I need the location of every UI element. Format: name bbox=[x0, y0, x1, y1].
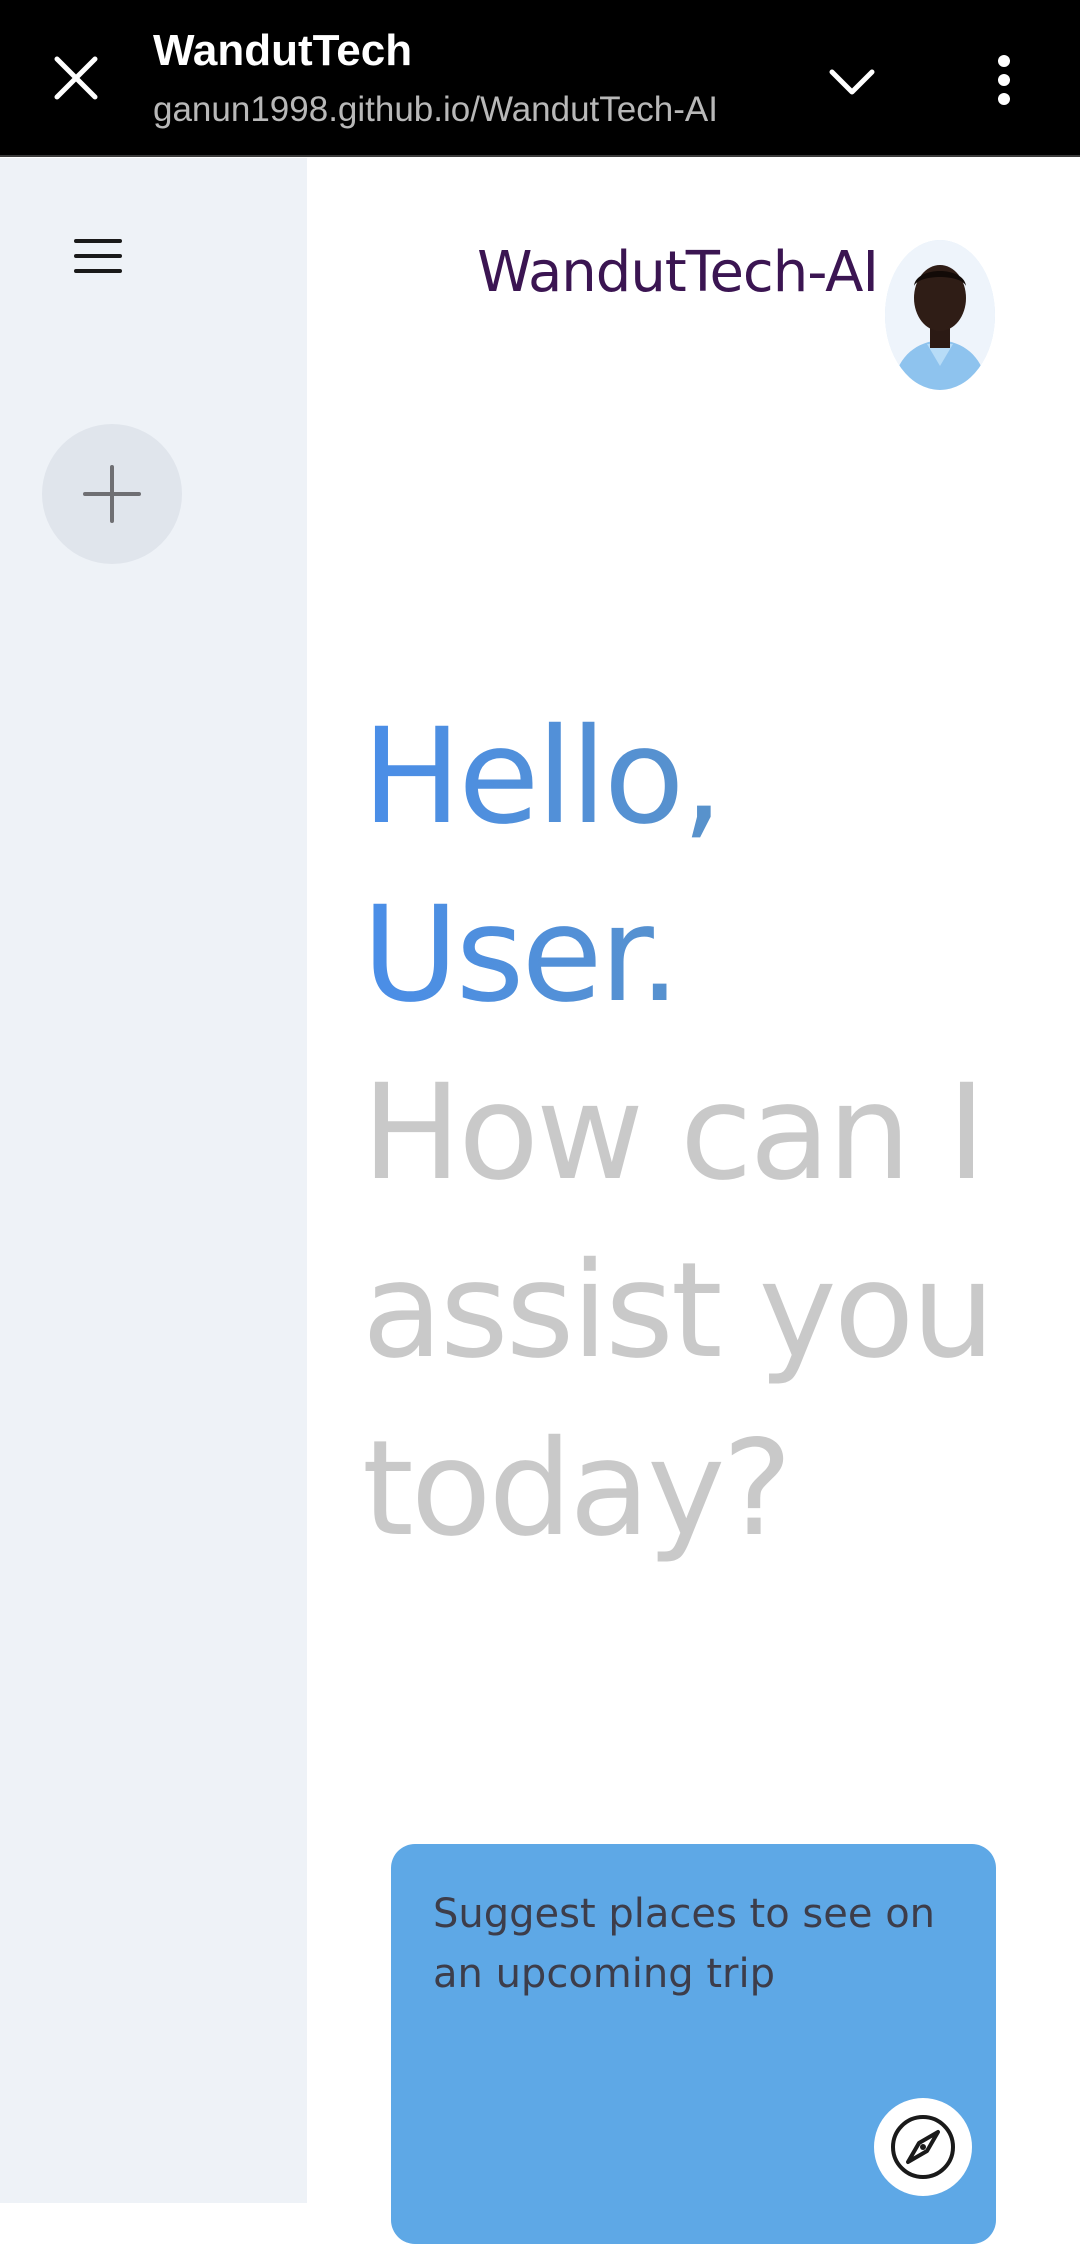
greeting-hello: Hello, bbox=[362, 688, 1062, 866]
greeting-question-line-1: How can I bbox=[362, 1056, 986, 1210]
plus-icon bbox=[83, 465, 141, 523]
greeting-question-line-3: today? bbox=[362, 1412, 792, 1566]
close-icon[interactable] bbox=[44, 46, 108, 110]
main-content: WandutTech-AI Hello, User. How can I ass… bbox=[307, 158, 1080, 2244]
browser-url[interactable]: ganun1998.github.io/WandutTech-AI bbox=[153, 90, 718, 130]
compass-icon bbox=[874, 2098, 972, 2196]
browser-page-title: WandutTech bbox=[153, 26, 413, 75]
new-chat-button[interactable] bbox=[42, 424, 182, 564]
suggestion-card[interactable]: Suggest places to see on an upcoming tri… bbox=[391, 1844, 996, 2244]
more-options-icon[interactable] bbox=[972, 48, 1036, 112]
chevron-down-icon[interactable] bbox=[820, 50, 884, 114]
menu-icon[interactable] bbox=[62, 220, 134, 292]
browser-toolbar: WandutTech ganun1998.github.io/WandutTec… bbox=[0, 0, 1080, 157]
suggestion-text: Suggest places to see on an upcoming tri… bbox=[433, 1891, 936, 1997]
greeting-question-line-2: assist you bbox=[362, 1234, 995, 1388]
user-avatar[interactable] bbox=[885, 240, 995, 390]
sidebar bbox=[0, 158, 307, 2203]
greeting-user: User. bbox=[362, 866, 1062, 1044]
greeting: Hello, User. How can I assist you today? bbox=[362, 688, 1062, 1578]
